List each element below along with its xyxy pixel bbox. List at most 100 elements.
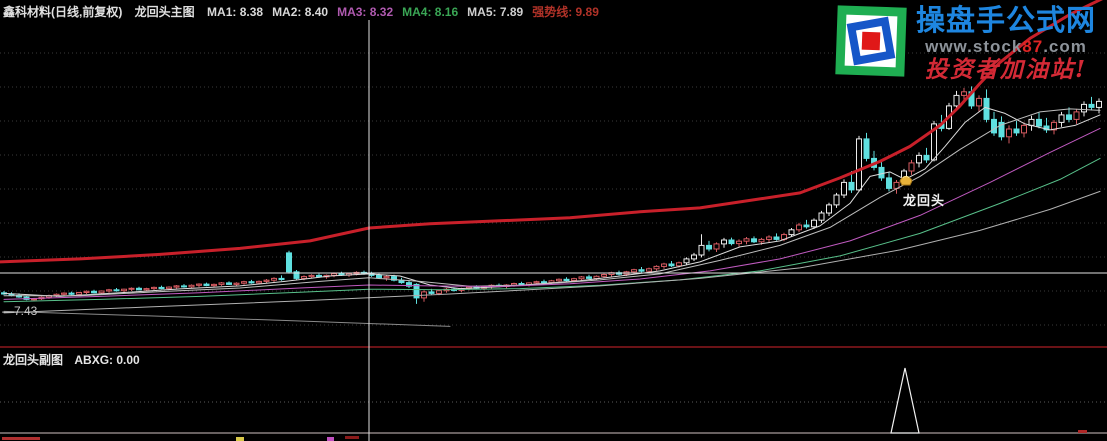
candle-body — [152, 287, 157, 288]
ma-line-MA6 — [4, 311, 450, 326]
candle-body — [579, 277, 584, 279]
candle-body — [864, 139, 869, 159]
candle-body — [984, 98, 989, 119]
ma-readout: 强势线: 9.89 — [532, 5, 599, 19]
candle-body — [107, 290, 112, 291]
candle-body — [587, 277, 592, 279]
logo-brand-text: 操盘手公式网 — [909, 7, 1103, 36]
candle-body — [684, 259, 689, 263]
candle-body — [92, 291, 97, 293]
candle-body — [129, 288, 134, 289]
candle-body — [707, 245, 712, 249]
candle-body — [759, 239, 764, 241]
candle-body — [977, 98, 982, 106]
candle-body — [924, 155, 929, 160]
candle-body — [992, 119, 997, 132]
candle-body — [834, 195, 839, 205]
candle-body — [242, 282, 247, 284]
candle-body — [632, 270, 637, 272]
candle-body — [722, 240, 727, 244]
candle-body — [114, 290, 119, 291]
candle-body — [699, 245, 704, 255]
candle-body — [384, 277, 389, 278]
candle-body — [602, 275, 607, 277]
candle-body — [767, 237, 772, 239]
candle-body — [309, 275, 314, 276]
candle-body — [879, 167, 884, 178]
candle-body — [797, 225, 802, 230]
candle-body — [234, 283, 239, 284]
candle-body — [1059, 115, 1064, 123]
main-chart-header: 鑫科材料(日线,前复权) 龙回头主图 MA1: 8.38MA2: 8.40MA3… — [3, 3, 617, 19]
candle-body — [729, 240, 734, 244]
candle-body — [774, 237, 779, 239]
ma-readout: MA3: 8.32 — [337, 5, 393, 19]
candle-body — [677, 263, 682, 266]
candle-body — [429, 292, 434, 294]
candle-body — [812, 220, 817, 227]
logo-url-text: www.stock87.com — [909, 38, 1103, 55]
candle-body — [819, 213, 824, 220]
logo-texts: 操盘手公式网 www.stock87.com 投资者加油站! — [909, 3, 1103, 89]
candle-body — [669, 264, 674, 266]
candle-body — [534, 282, 539, 283]
candle-body — [662, 264, 667, 266]
ma-line-MA5 — [4, 191, 1100, 313]
candle-body — [1029, 119, 1034, 125]
sub-tick — [1078, 430, 1087, 433]
candle-body — [167, 287, 172, 289]
candle-body — [272, 278, 277, 280]
candle-body — [789, 230, 794, 235]
candle-body — [962, 92, 967, 96]
bottom-fragment — [327, 437, 334, 441]
candle-body — [84, 291, 89, 292]
candle-body — [204, 284, 209, 286]
candle-body — [572, 279, 577, 281]
stock87-logo-icon — [833, 3, 909, 79]
candle-body — [182, 286, 187, 287]
logo-url-prefix: www.stock — [925, 37, 1022, 56]
candle-body — [714, 244, 719, 249]
stock-title: 鑫科材料(日线,前复权) — [3, 5, 122, 19]
candle-body — [512, 284, 517, 286]
ma-readout: MA4: 8.16 — [402, 5, 458, 19]
candle-body — [804, 225, 809, 227]
candle-body — [1067, 115, 1072, 120]
candle-body — [909, 163, 914, 171]
bottom-fragment — [2, 437, 40, 440]
candle-body — [887, 178, 892, 189]
candle-body — [159, 287, 164, 288]
sub-chart-value: ABXG: 0.00 — [74, 353, 139, 367]
ma-readouts: MA1: 8.38MA2: 8.40MA3: 8.32MA4: 8.16MA5:… — [207, 5, 608, 19]
candle-body — [639, 270, 644, 272]
candle-body — [519, 284, 524, 285]
candle-body — [654, 266, 659, 268]
candle-body — [249, 282, 254, 283]
candle-body — [77, 293, 82, 295]
candle-body — [437, 291, 442, 294]
candle-body — [257, 281, 262, 283]
candle-body — [1097, 101, 1102, 107]
low-price-label: —7.43 — [2, 304, 37, 318]
site-watermark-logo: 操盘手公式网 www.stock87.com 投资者加油站! — [833, 3, 1103, 89]
candle-body — [197, 284, 202, 285]
candle-body — [594, 276, 599, 278]
candle-body — [557, 279, 562, 281]
candle-body — [647, 269, 652, 271]
candle-body — [827, 205, 832, 213]
signal-spike — [891, 368, 919, 433]
candle-body — [954, 95, 959, 106]
candle-body — [692, 255, 697, 259]
gold-ingot-icon — [898, 172, 914, 186]
candle-body — [1089, 104, 1094, 107]
sub-chart-header: 龙回头副图 ABXG: 0.00 — [3, 351, 148, 368]
candle-body — [377, 275, 382, 277]
candle-body — [227, 283, 232, 285]
candle-body — [857, 139, 862, 190]
candle-body — [219, 283, 224, 285]
candle-body — [287, 253, 292, 272]
candle-body — [737, 241, 742, 243]
logo-slogan-text: 投资者加油站! — [909, 58, 1103, 81]
candle-body — [212, 284, 217, 285]
candle-body — [744, 239, 749, 241]
